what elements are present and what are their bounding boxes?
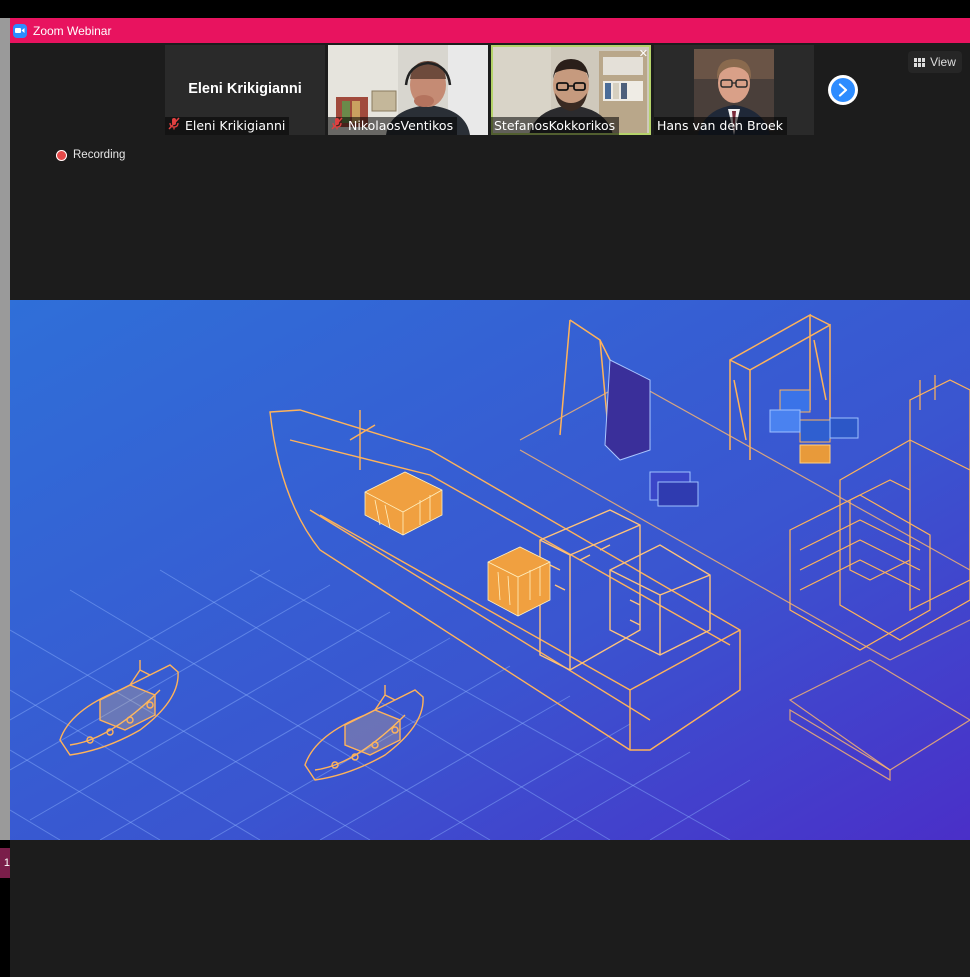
participant-name: Eleni Krikigianni (185, 118, 286, 133)
meeting-stage: Eleni Krikigianni Eleni Krikigianni Niko… (10, 43, 970, 977)
participant-tile-stefanos[interactable]: StefanosKokkorikos ✕ (491, 45, 651, 135)
participant-display-name: Eleni Krikigianni (188, 81, 302, 97)
participant-tile-eleni[interactable]: Eleni Krikigianni Eleni Krikigianni (165, 45, 325, 135)
mic-muted-icon (331, 117, 343, 135)
participant-tile-nikolaos[interactable]: NikolaosVentikos (328, 45, 488, 135)
port-illustration (10, 300, 970, 840)
mic-muted-icon (168, 117, 180, 135)
participant-name: Hans van den Broek (657, 118, 783, 133)
side-badge: 1 (0, 848, 10, 878)
grid-view-icon (914, 57, 926, 67)
tile-options-icon[interactable]: ✕ (639, 47, 648, 60)
left-window-edge (0, 18, 10, 840)
recording-indicator[interactable]: Recording (56, 149, 125, 161)
recording-label: Recording (73, 149, 126, 161)
zoom-camera-icon (13, 23, 27, 38)
participant-tile-hans[interactable]: Hans van den Broek (654, 45, 814, 135)
shared-screen-slide (10, 300, 970, 840)
recording-icon (56, 149, 67, 161)
next-participants-button[interactable] (828, 75, 858, 105)
participant-name-label: Hans van den Broek (654, 117, 787, 135)
view-button-label: View (930, 55, 956, 69)
participant-name-label: StefanosKokkorikos (491, 117, 620, 135)
window-title: Zoom Webinar (33, 23, 112, 38)
view-button[interactable]: View (908, 51, 962, 73)
participant-name: NikolaosVentikos (348, 118, 454, 133)
participant-name-label: NikolaosVentikos (328, 117, 458, 135)
participant-name: StefanosKokkorikos (494, 118, 616, 133)
window-titlebar: Zoom Webinar (10, 18, 970, 43)
chevron-right-icon (831, 78, 855, 102)
top-black-bar (0, 0, 970, 18)
participant-name-label: Eleni Krikigianni (165, 117, 290, 135)
